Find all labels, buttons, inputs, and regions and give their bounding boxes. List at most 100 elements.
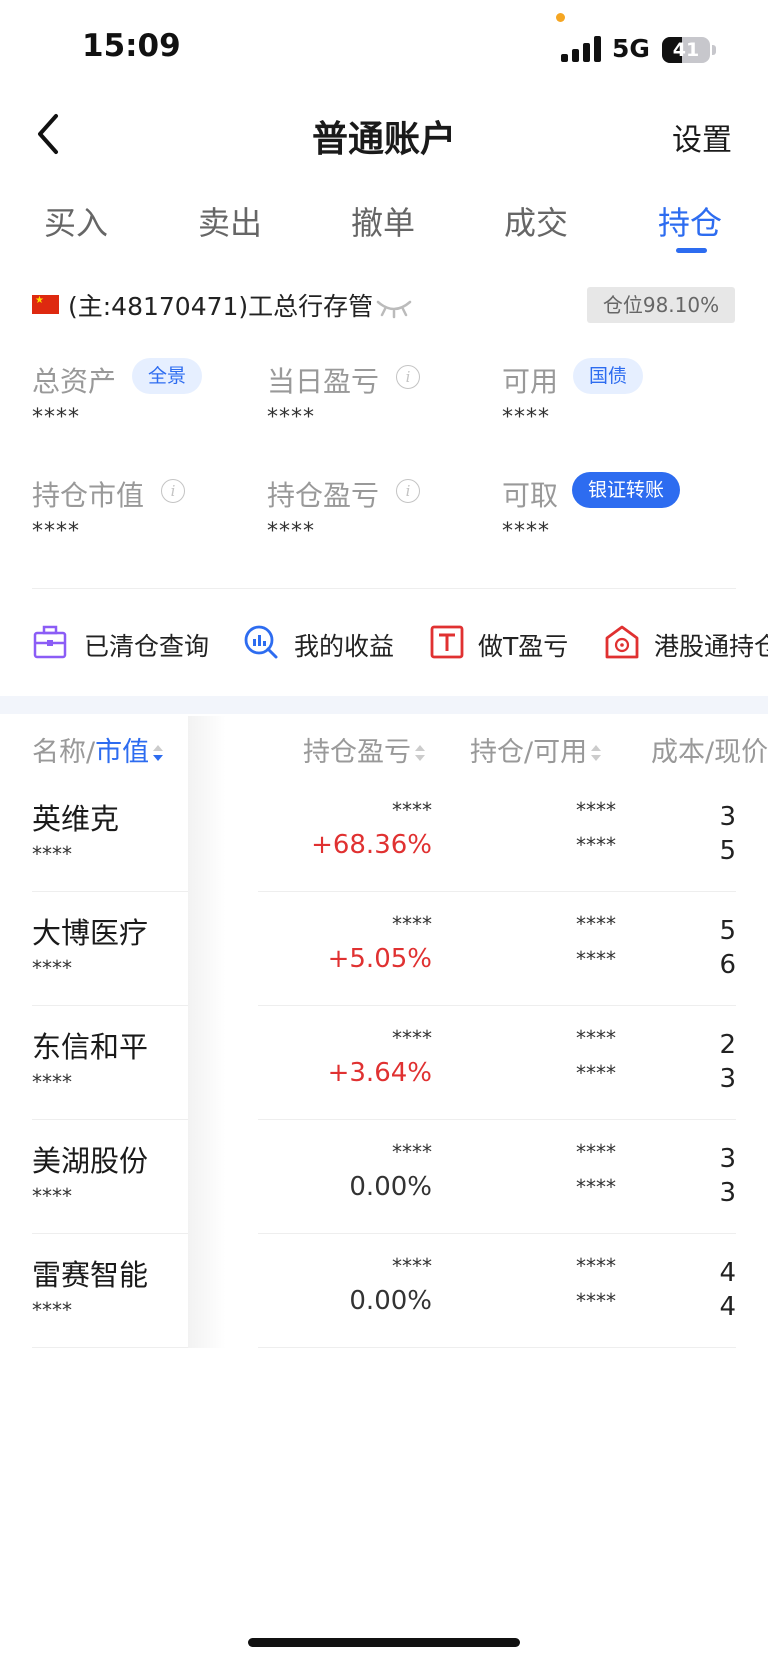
table-row[interactable]: 雷赛智能 **** **** 0.00% **** **** 4 4 <box>0 1234 768 1348</box>
table-row[interactable]: 美湖股份 **** **** 0.00% **** **** 3 3 <box>0 1120 768 1234</box>
day-trade-pl-link[interactable]: 做T盈亏 <box>478 627 568 663</box>
holding-pl-amount: **** <box>392 1254 432 1278</box>
column-header-pl[interactable]: 持仓盈亏 <box>303 730 425 769</box>
sort-icon <box>591 744 602 763</box>
holding-qty: **** <box>576 798 616 822</box>
column-header-cost[interactable]: 成本/现价 <box>651 730 768 769</box>
my-earnings-link[interactable]: 我的收益 <box>294 627 394 663</box>
table-row[interactable]: 大博医疗 **** **** +5.05% **** **** 5 6 <box>0 892 768 1006</box>
column-header-holding[interactable]: 持仓/可用 <box>470 730 602 769</box>
holding-pl-amount: **** <box>392 1026 432 1050</box>
current-price: 5 <box>719 836 736 866</box>
section-gap <box>0 696 768 714</box>
mic-indicator-dot <box>556 13 565 22</box>
signal-icon <box>561 36 603 62</box>
treasury-bond-tag[interactable]: 国债 <box>573 358 644 394</box>
info-icon[interactable]: i <box>396 365 420 389</box>
available-value: **** <box>502 405 550 430</box>
china-flag-icon: ★ <box>32 295 59 314</box>
stock-market-value: **** <box>32 1298 72 1322</box>
holding-qty: **** <box>576 912 616 936</box>
total-assets-label: 总资产 <box>32 365 117 398</box>
cost-header-label: 成本/现价 <box>651 737 768 768</box>
withdrawable-label: 可取 <box>502 479 559 512</box>
daily-pl-label: 当日盈亏 <box>267 365 380 398</box>
holding-pl-percent: 0.00% <box>349 1286 432 1316</box>
sort-icon <box>153 744 164 763</box>
cleared-positions-link[interactable]: 已清仓查询 <box>84 627 209 663</box>
chart-search-icon[interactable] <box>243 624 279 660</box>
holding-pl-percent: +68.36% <box>311 830 432 860</box>
info-icon[interactable]: i <box>396 479 420 503</box>
daily-pl-value: **** <box>267 405 315 430</box>
battery-tip <box>712 45 716 55</box>
holding-qty: **** <box>576 1026 616 1050</box>
account-name[interactable]: (主:48170471)工总行存管 <box>68 287 373 323</box>
stock-name: 英维克 <box>32 802 120 836</box>
available-qty: **** <box>576 833 616 857</box>
active-tab-indicator <box>676 248 707 253</box>
cost-price: 4 <box>719 1258 736 1288</box>
page-title: 普通账户 <box>311 119 456 160</box>
network-type: 5G <box>612 34 650 63</box>
stock-market-value: **** <box>32 842 72 866</box>
column-header-name[interactable]: 名称/市值 <box>32 730 164 769</box>
hk-flower-icon[interactable] <box>604 624 640 660</box>
holding-pl-amount: **** <box>392 1140 432 1164</box>
cost-price: 3 <box>719 802 736 832</box>
divider <box>32 588 736 589</box>
tab-positions[interactable]: 持仓 <box>658 198 722 244</box>
tab-buy[interactable]: 买入 <box>44 198 108 244</box>
holding-qty: **** <box>576 1254 616 1278</box>
t-icon[interactable] <box>429 624 465 660</box>
name-header-label: 名称/ <box>32 737 96 768</box>
holding-qty: **** <box>576 1140 616 1164</box>
eye-closed-icon[interactable] <box>375 296 413 320</box>
stock-market-value: **** <box>32 1184 72 1208</box>
market-value-header-label: 市值 <box>95 737 150 768</box>
status-time: 15:09 <box>82 28 181 64</box>
stock-name: 美湖股份 <box>32 1144 149 1178</box>
table-row[interactable]: 东信和平 **** **** +3.64% **** **** 2 3 <box>0 1006 768 1120</box>
withdrawable-value: **** <box>502 519 550 544</box>
total-assets-value: **** <box>32 405 80 430</box>
tab-sell[interactable]: 卖出 <box>198 198 262 244</box>
table-row[interactable]: 英维克 **** **** +68.36% **** **** 3 5 <box>0 778 768 892</box>
holding-pl-percent: +3.64% <box>327 1058 432 1088</box>
stock-market-value: **** <box>32 1070 72 1094</box>
cost-price: 2 <box>719 1030 736 1060</box>
stock-market-value: **** <box>32 956 72 980</box>
tab-cancel-order[interactable]: 撤单 <box>351 198 415 244</box>
stock-name: 雷赛智能 <box>32 1258 149 1292</box>
position-ratio-badge: 仓位98.10% <box>587 287 735 323</box>
cost-price: 3 <box>719 1144 736 1174</box>
bank-transfer-button[interactable]: 银证转账 <box>572 472 681 508</box>
home-indicator[interactable] <box>248 1638 520 1647</box>
current-price: 6 <box>719 950 736 980</box>
row-divider <box>32 1347 188 1348</box>
row-divider <box>258 1347 736 1348</box>
pl-header-label: 持仓盈亏 <box>303 737 411 768</box>
market-value-value: **** <box>32 519 80 544</box>
settings-button[interactable]: 设置 <box>672 115 732 159</box>
available-qty: **** <box>576 1061 616 1085</box>
available-qty: **** <box>576 1175 616 1199</box>
current-price: 4 <box>719 1292 736 1322</box>
holding-pl-percent: 0.00% <box>349 1172 432 1202</box>
briefcase-icon[interactable] <box>32 624 68 660</box>
current-price: 3 <box>719 1178 736 1208</box>
cost-price: 5 <box>719 916 736 946</box>
battery-icon: 41 <box>662 37 710 63</box>
current-price: 3 <box>719 1064 736 1094</box>
stock-name: 东信和平 <box>32 1030 149 1064</box>
tab-deals[interactable]: 成交 <box>504 198 568 244</box>
info-icon[interactable]: i <box>161 479 185 503</box>
holding-pl-value: **** <box>267 519 315 544</box>
holding-pl-percent: +5.05% <box>327 944 432 974</box>
holding-pl-amount: **** <box>392 912 432 936</box>
holding-pl-label: 持仓盈亏 <box>267 479 380 512</box>
hk-connect-positions-link[interactable]: 港股通持仓 <box>654 627 768 663</box>
sort-icon <box>415 744 425 763</box>
overview-tag[interactable]: 全景 <box>132 358 203 394</box>
holding-pl-amount: **** <box>392 798 432 822</box>
